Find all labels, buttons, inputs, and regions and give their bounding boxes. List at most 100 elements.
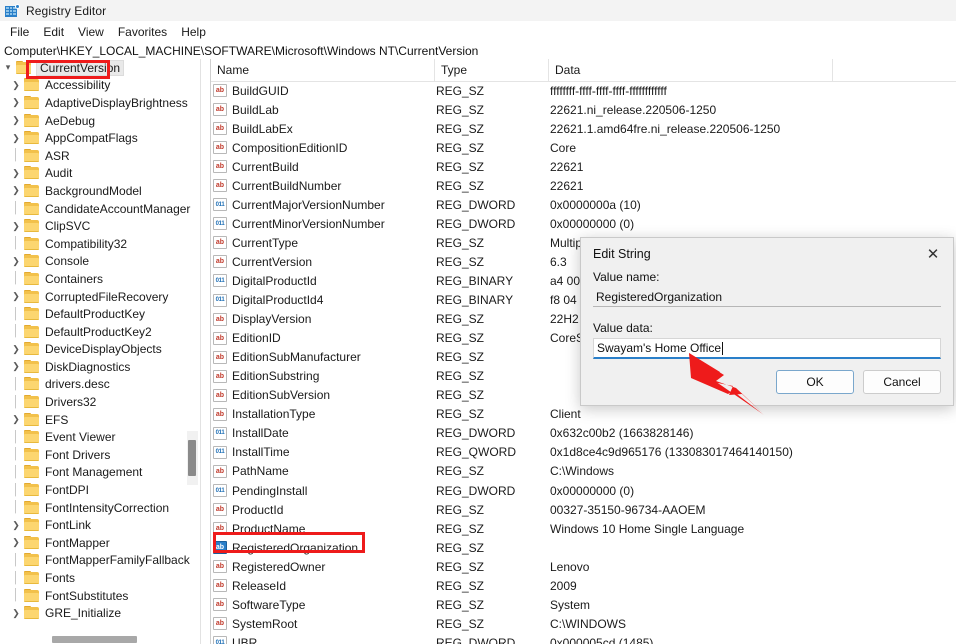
column-header-type[interactable]: Type [434,59,548,81]
tree-item-fontintensitycorrection[interactable]: │ FontIntensityCorrection [0,499,200,517]
address-bar[interactable]: Computer\HKEY_LOCAL_MACHINE\SOFTWARE\Mic… [0,42,956,60]
edit-string-dialog[interactable]: Edit String ✕ Value name: RegisteredOrga… [580,237,954,406]
tree-item-fontlink[interactable]: ❯ FontLink [0,516,200,534]
chevron-right-icon[interactable]: ❯ [8,292,24,301]
chevron-right-icon[interactable]: ❯ [8,221,24,231]
table-row[interactable]: ab BuildLabEx REG_SZ 22621.1.amd64fre.ni_re… [211,119,956,138]
menu-file[interactable]: File [3,23,36,41]
folder-icon [24,113,39,127]
tree-item-defaultproductkey2[interactable]: │ DefaultProductKey2 [0,323,200,341]
folder-icon [24,377,39,391]
tree-item-adaptivedisplaybrightness[interactable]: ❯ AdaptiveDisplayBrightness [0,94,200,112]
menu-help[interactable]: Help [174,23,213,41]
tree-item-gre-initialize[interactable]: ❯ GRE_Initialize [0,604,200,622]
tree-item-appcompatflags[interactable]: ❯ AppCompatFlags [0,129,200,147]
chevron-right-icon[interactable]: ❯ [8,520,24,530]
tree-vertical-scrollbar[interactable] [187,59,198,629]
tree-item-label: Containers [45,271,104,286]
table-row[interactable]: ab SoftwareType REG_SZ System [211,595,956,614]
tree-item-fontmapper[interactable]: ❯ FontMapper [0,534,200,552]
value-data-input[interactable]: Swayam's Home Office [593,338,941,359]
chevron-right-icon[interactable]: ❯ [8,133,24,143]
tree-item-candidateaccountmanager[interactable]: │ CandidateAccountManager [0,200,200,218]
tree-item-label: BackgroundModel [45,183,142,198]
table-row[interactable]: 011 UBR REG_DWORD 0x000005cd (1485) [211,633,956,644]
menu-view[interactable]: View [71,23,111,41]
chevron-right-icon[interactable]: ❯ [8,80,24,90]
chevron-right-icon[interactable]: ❯ [8,362,24,371]
value-name-cell: ab CurrentVersion [213,252,434,271]
table-row[interactable]: ab CurrentBuild REG_SZ 22621 [211,157,956,176]
cancel-button[interactable]: Cancel [863,370,941,394]
table-row[interactable]: ab RegisteredOwner REG_SZ Lenovo [211,557,956,576]
table-row[interactable]: ab InstallationType REG_SZ Client [211,405,956,424]
binary-value-icon: 011 [213,217,227,231]
table-row[interactable]: 011 CurrentMajorVersionNumber REG_DWORD 0x0… [211,195,956,214]
tree-scroll-thumb[interactable] [188,440,196,476]
value-name-cell: ab BuildGUID [213,81,434,100]
table-row[interactable]: ab CurrentBuildNumber REG_SZ 22621 [211,176,956,195]
table-row[interactable]: 011 CurrentMinorVersionNumber REG_DWORD 0x0… [211,214,956,233]
tree-item-devicedisplayobjects[interactable]: ❯ DeviceDisplayObjects [0,341,200,359]
menu-edit[interactable]: Edit [36,23,71,41]
tree-item-drivers-desc[interactable]: │ drivers.desc [0,376,200,394]
menu-favorites[interactable]: Favorites [111,23,174,41]
ok-button[interactable]: OK [776,370,854,394]
tree-item-efs[interactable]: ❯ EFS [0,411,200,429]
tree-item-accessibility[interactable]: ❯ Accessibility [0,77,200,95]
table-row[interactable]: ab ReleaseId REG_SZ 2009 [211,576,956,595]
value-name-cell: ab EditionID [213,329,434,348]
chevron-right-icon[interactable]: ❯ [8,186,24,195]
tree-item-compatibility32[interactable]: │ Compatibility32 [0,235,200,253]
table-row[interactable]: 011 InstallDate REG_DWORD 0x632c00b2 (16638… [211,424,956,443]
tree-item-font-drivers[interactable]: │ Font Drivers [0,446,200,464]
table-row[interactable]: ab ProductName REG_SZ Windows 10 Home Singl… [211,519,956,538]
chevron-down-icon[interactable]: ▾ [0,63,16,72]
chevron-right-icon[interactable]: ❯ [8,538,24,547]
tree-horizontal-scrollbar[interactable] [0,635,200,644]
tree-item-event-viewer[interactable]: │ Event Viewer [0,428,200,446]
tree-item-backgroundmodel[interactable]: ❯ BackgroundModel [0,182,200,200]
chevron-right-icon[interactable]: ❯ [8,415,24,424]
tree-item-containers[interactable]: │ Containers [0,270,200,288]
tree-item-currentversion[interactable]: ▾ CurrentVersion [0,59,200,77]
registry-tree-panel[interactable]: ▾ CurrentVersion ❯ Accessibility ❯ AdaptiveDi… [0,59,200,644]
panel-splitter[interactable] [200,59,211,644]
tree-item-corruptedfilerecovery[interactable]: ❯ CorruptedFileRecovery [0,288,200,306]
tree-item-asr[interactable]: │ ASR [0,147,200,165]
table-row[interactable]: ab BuildGUID REG_SZ ffffffff-ffff-ffff-ffff… [211,81,956,100]
tree-item-fontsubstitutes[interactable]: │ FontSubstitutes [0,587,200,605]
column-header-extra[interactable] [832,59,956,81]
tree-item-console[interactable]: ❯ Console [0,253,200,271]
table-row[interactable]: ab PathName REG_SZ C:\Windows [211,462,956,481]
table-row[interactable]: 011 InstallTime REG_QWORD 0x1d8ce4c9d965176… [211,443,956,462]
chevron-right-icon[interactable]: ❯ [8,116,24,125]
folder-icon [24,183,39,197]
table-row[interactable]: ab SystemRoot REG_SZ C:\WINDOWS [211,614,956,633]
tree-item-font-management[interactable]: │ Font Management [0,464,200,482]
table-row[interactable]: ab BuildLab REG_SZ 22621.ni_release.220506-… [211,100,956,119]
tree-item-defaultproductkey[interactable]: │ DefaultProductKey [0,305,200,323]
chevron-right-icon[interactable]: ❯ [8,98,24,107]
tree-item-aedebug[interactable]: ❯ AeDebug [0,112,200,130]
tree-hscroll-thumb[interactable] [52,636,137,643]
close-icon[interactable]: ✕ [913,239,953,269]
tree-guide-line: │ [12,272,20,285]
table-row[interactable]: 011 PendingInstall REG_DWORD 0x00000000 (0) [211,481,956,500]
column-header-data[interactable]: Data [548,59,832,81]
tree-item-fontmapperfamilyfallback[interactable]: │ FontMapperFamilyFallback [0,552,200,570]
table-row[interactable]: ab CompositionEditionID REG_SZ Core [211,138,956,157]
table-row[interactable]: ab ProductId REG_SZ 00327-35150-96734-AAOEM [211,500,956,519]
tree-item-drivers32[interactable]: │ Drivers32 [0,393,200,411]
chevron-right-icon[interactable]: ❯ [8,344,24,354]
column-header-name[interactable]: Name [211,59,434,81]
tree-item-fonts[interactable]: │ Fonts [0,569,200,587]
tree-item-clipsvc[interactable]: ❯ ClipSVC [0,217,200,235]
table-row[interactable]: ab RegisteredOrganization REG_SZ [211,538,956,557]
tree-item-diskdiagnostics[interactable]: ❯ DiskDiagnostics [0,358,200,376]
tree-item-audit[interactable]: ❯ Audit [0,165,200,183]
chevron-right-icon[interactable]: ❯ [8,608,24,618]
tree-item-fontdpi[interactable]: │ FontDPI [0,481,200,499]
chevron-right-icon[interactable]: ❯ [8,168,24,178]
chevron-right-icon[interactable]: ❯ [8,256,24,266]
